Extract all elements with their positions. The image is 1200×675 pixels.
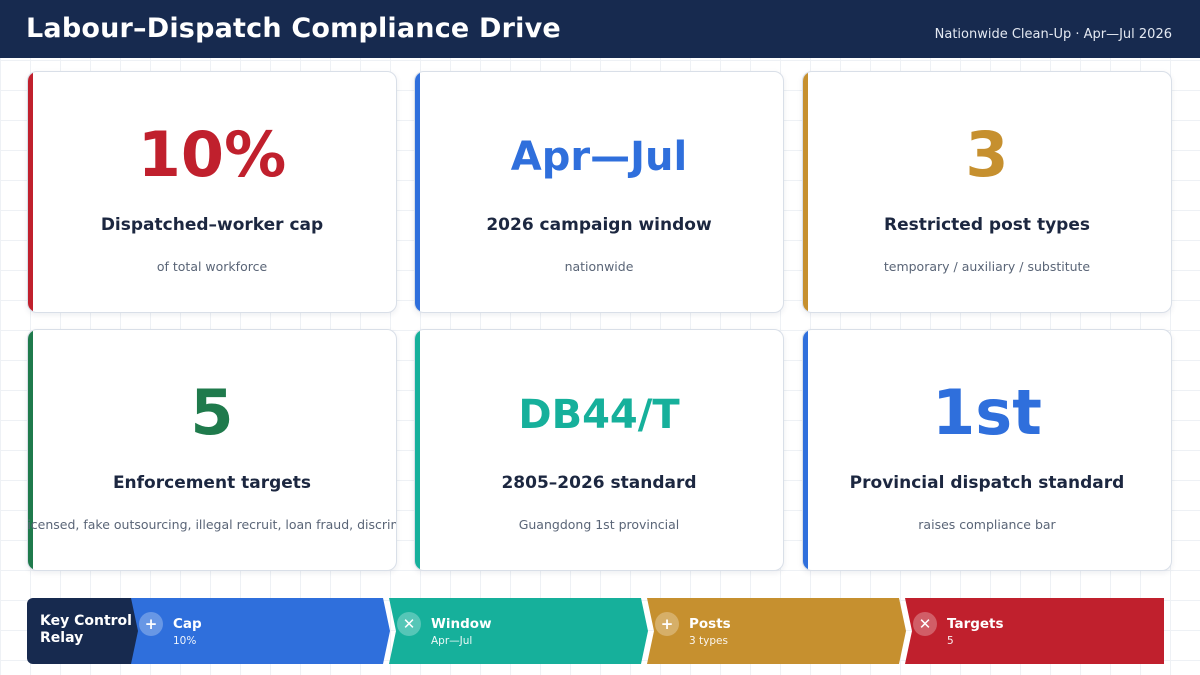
- relay-segment-window: ✕ Window Apr—Jul: [389, 598, 648, 664]
- stat-card-provincial: 1st Provincial dispatch standard raises …: [802, 329, 1172, 571]
- page-title: Labour–Dispatch Compliance Drive: [26, 13, 561, 44]
- relay-title-line: Relay: [40, 630, 84, 646]
- card-accent-bar: [803, 72, 808, 312]
- stat-sublabel: temporary / auxiliary / substitute: [883, 259, 1091, 274]
- stat-sublabel: raises compliance bar: [918, 517, 1056, 532]
- stat-value: 3: [965, 118, 1009, 191]
- stat-card-targets: 5 Enforcement targets unlicensed, fake o…: [27, 329, 397, 571]
- card-accent-bar: [803, 330, 808, 570]
- stat-card-standard: DB44/T 2805–2026 standard Guangdong 1st …: [414, 329, 784, 571]
- stat-card-posts: 3 Restricted post types temporary / auxi…: [802, 71, 1172, 313]
- card-accent-bar: [415, 72, 420, 312]
- relay-segment-value: Apr—Jul: [431, 635, 473, 647]
- stat-sublabel: nationwide: [564, 259, 634, 274]
- relay-segment-label: Cap: [173, 616, 202, 632]
- relay-segment-label: Targets: [947, 616, 1004, 632]
- relay-segment-posts: + Posts 3 types: [647, 598, 906, 664]
- plus-icon: +: [139, 612, 163, 636]
- card-accent-bar: [28, 72, 33, 312]
- stat-label: Dispatched–worker cap: [100, 215, 324, 235]
- stat-value: DB44/T: [518, 392, 680, 438]
- relay-segment-cap: + Cap 10%: [131, 598, 390, 664]
- card-accent-bar: [415, 330, 420, 570]
- header-bar: Labour–Dispatch Compliance Drive Nationw…: [0, 0, 1200, 58]
- page-subtitle: Nationwide Clean-Up · Apr—Jul 2026: [934, 27, 1172, 42]
- close-icon: ✕: [397, 612, 421, 636]
- relay-segment-value: 10%: [173, 635, 197, 647]
- stat-label: 2026 campaign window: [486, 215, 712, 235]
- relay-title-line: Key Control: [40, 613, 132, 629]
- relay-segment-value: 3 types: [689, 635, 728, 647]
- relay-title: Key Control Relay: [27, 598, 142, 664]
- stat-value: 1st: [932, 376, 1042, 449]
- stat-label: 2805–2026 standard: [501, 473, 697, 493]
- relay-segment-targets: ✕ Targets 5: [905, 598, 1164, 664]
- stat-sublabel: of total workforce: [156, 259, 268, 274]
- stat-value: Apr—Jul: [510, 134, 688, 180]
- stat-label: Enforcement targets: [112, 473, 312, 493]
- stat-value: 10%: [137, 118, 287, 191]
- stat-value: 5: [190, 376, 234, 449]
- stat-label: Restricted post types: [884, 215, 1090, 235]
- relay-segment-label: Posts: [689, 616, 731, 632]
- relay-segment-value: 5: [947, 635, 954, 647]
- stat-sublabel: Guangdong 1st provincial: [518, 517, 680, 532]
- card-accent-bar: [28, 330, 33, 570]
- stat-sublabel: unlicensed, fake outsourcing, illegal re…: [27, 517, 396, 532]
- stat-card-cap: 10% Dispatched–worker cap of total workf…: [27, 71, 397, 313]
- relay-segment-label: Window: [431, 616, 492, 632]
- stat-label: Provincial dispatch standard: [849, 473, 1125, 493]
- stat-card-window: Apr—Jul 2026 campaign window nationwide: [414, 71, 784, 313]
- close-icon: ✕: [913, 612, 937, 636]
- plus-icon: +: [655, 612, 679, 636]
